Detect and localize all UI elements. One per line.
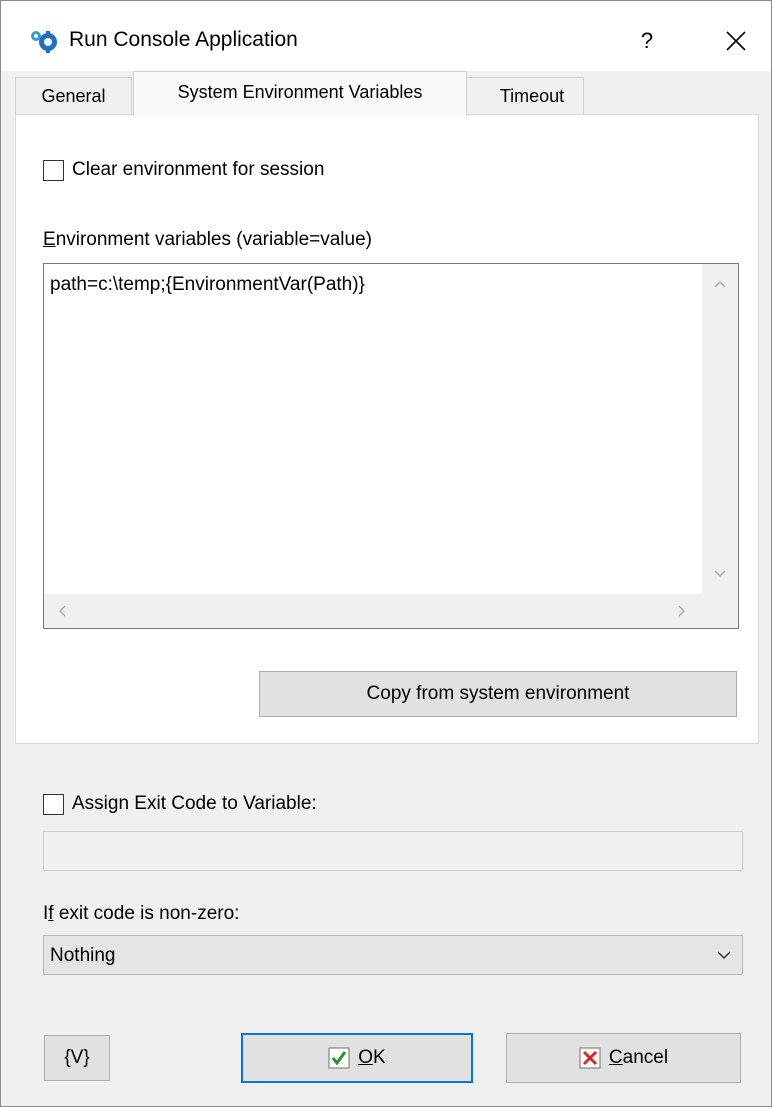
cancel-button[interactable]: Cancel [506, 1033, 741, 1083]
env-vars-textarea[interactable]: path=c:\temp;{EnvironmentVar(Path)} [43, 263, 739, 629]
scroll-up-icon[interactable] [714, 280, 726, 288]
clear-env-checkbox[interactable] [43, 159, 64, 181]
title-bar: Run Console Application ? [1, 1, 771, 71]
scroll-right-icon[interactable] [678, 605, 686, 617]
tab-general[interactable]: General [15, 77, 132, 115]
help-button[interactable]: ? [627, 23, 667, 59]
tab-system-environment-variables[interactable]: System Environment Variables [133, 71, 467, 116]
assign-exit-code-row: Assign Exit Code to Variable: [43, 793, 317, 815]
ok-button[interactable]: OK [241, 1033, 473, 1083]
cancel-label: Cancel [609, 1034, 668, 1082]
nonzero-label: If exit code is non-zero: [43, 903, 239, 925]
assign-exit-code-label[interactable]: Assign Exit Code to Variable: [72, 793, 317, 815]
cancel-x-icon [579, 1047, 601, 1069]
vertical-scrollbar[interactable] [702, 264, 738, 596]
env-vars-value: path=c:\temp;{EnvironmentVar(Path)} [50, 274, 365, 295]
horizontal-scrollbar[interactable] [44, 594, 702, 628]
copy-from-system-button[interactable]: Copy from system environment [259, 671, 737, 717]
run-console-dialog: Run Console Application ? General Timeou… [0, 0, 772, 1107]
cancel-mnemonic: C [608, 1047, 623, 1068]
scroll-left-icon[interactable] [58, 605, 66, 617]
nonzero-action-value: Nothing [50, 945, 116, 966]
scroll-down-icon[interactable] [714, 570, 726, 578]
env-vars-label: Environment variables (variable=value) [43, 229, 372, 251]
chevron-down-icon [717, 951, 731, 960]
clear-env-row: Clear environment for session [43, 159, 324, 181]
window-title: Run Console Application [69, 28, 298, 51]
scrollbar-corner [702, 594, 738, 628]
cancel-rest: ancel [622, 1047, 669, 1068]
check-icon [328, 1047, 350, 1069]
ok-label: OK [358, 1035, 385, 1081]
env-vars-label-mnemonic: E [43, 229, 56, 250]
close-button[interactable] [716, 23, 756, 59]
ok-mnemonic: O [358, 1047, 374, 1068]
tab-timeout-label: Timeout [499, 86, 565, 106]
close-icon [726, 31, 746, 51]
ok-rest: K [373, 1047, 386, 1068]
nonzero-action-select[interactable]: Nothing [43, 935, 743, 975]
run-console-app-icon [31, 31, 57, 53]
tab-timeout[interactable]: Timeout [452, 77, 584, 115]
tab-strip: General Timeout System Environment Varia… [15, 71, 765, 116]
assign-exit-code-checkbox[interactable] [43, 793, 64, 815]
variables-button[interactable]: {V} [44, 1035, 110, 1081]
exit-code-variable-input[interactable] [43, 831, 743, 871]
clear-env-label[interactable]: Clear environment for session [72, 159, 324, 181]
env-vars-label-rest: nvironment variables (variable=value) [55, 229, 372, 250]
nonzero-label-rest: exit code is non-zero: [53, 903, 240, 924]
